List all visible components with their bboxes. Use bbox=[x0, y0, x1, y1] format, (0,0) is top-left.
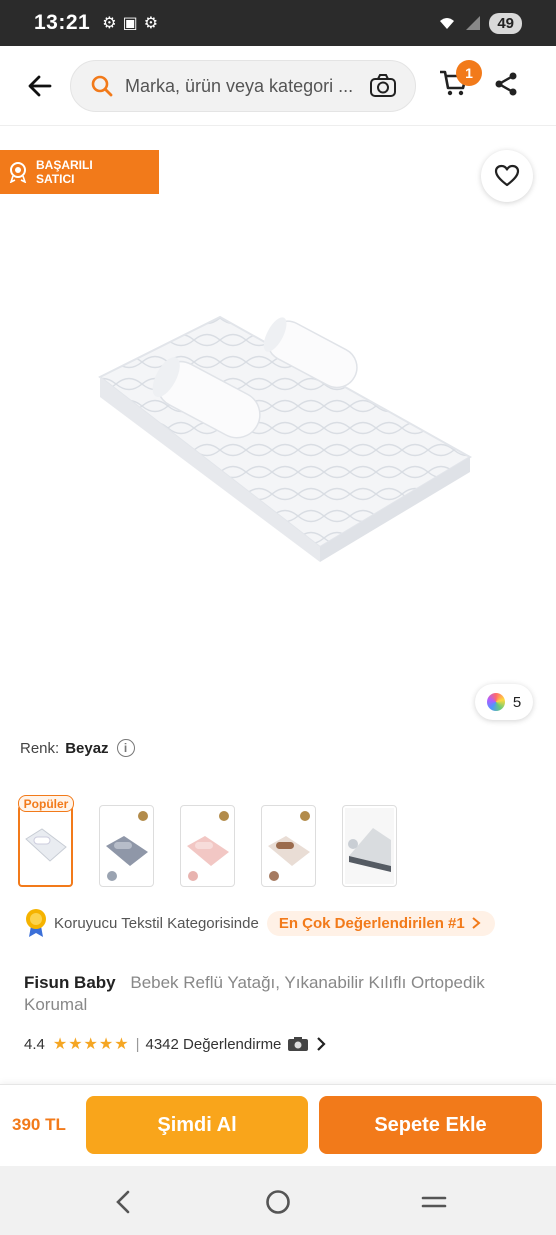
nav-back-button[interactable] bbox=[105, 1184, 141, 1220]
search-input[interactable]: Marka, ürün veya kategori ... bbox=[70, 60, 416, 112]
status-icons: ⚙ ▣ ⚙ bbox=[102, 13, 158, 33]
rating-row[interactable]: 4.4 ★★★★★ | 4342 Değerlendirme bbox=[24, 1034, 327, 1054]
variant-thumb-1[interactable] bbox=[18, 805, 73, 887]
product-title: Fisun Baby Bebek Reflü Yatağı, Yıkanabil… bbox=[24, 972, 524, 1016]
package-icon: ▣ bbox=[122, 15, 138, 32]
bottom-action-bar: 390 TL Şimdi Al Sepete Ekle bbox=[0, 1084, 556, 1166]
settings-icon: ⚙ bbox=[143, 15, 159, 32]
palette-icon bbox=[486, 693, 505, 711]
rating-score: 4.4 bbox=[24, 1035, 45, 1053]
popular-tag: Popüler bbox=[18, 795, 74, 812]
variant-thumb-3[interactable] bbox=[180, 805, 235, 887]
favorite-button[interactable] bbox=[481, 150, 533, 202]
award-icon bbox=[9, 162, 27, 183]
top-rated-category-link[interactable]: En Çok Değerlendirilen #1 bbox=[266, 910, 495, 936]
status-bar: 13:21 ⚙ ▣ ⚙ 49 bbox=[0, 0, 556, 46]
cart-button[interactable]: 1 bbox=[438, 60, 482, 104]
variant-label: Renk: bbox=[20, 739, 60, 757]
nav-recents-button[interactable] bbox=[416, 1184, 452, 1220]
review-count: 4342 Değerlendirme bbox=[145, 1035, 282, 1053]
chevron-right-icon bbox=[472, 917, 481, 929]
buy-now-button[interactable]: Şimdi Al bbox=[86, 1096, 308, 1154]
partially-visible-row bbox=[24, 1074, 524, 1084]
search-icon bbox=[91, 75, 113, 97]
top-rated-label: En Çok Değerlendirilen #1 bbox=[278, 914, 465, 932]
camera-search-button[interactable] bbox=[369, 73, 397, 104]
notification-gear-icon: ⚙ bbox=[102, 15, 117, 32]
home-circle-icon bbox=[266, 1190, 290, 1214]
product-image-area[interactable]: BAŞARILI SATICI 5 bbox=[0, 127, 556, 737]
signal-icon bbox=[466, 16, 481, 30]
rating-stars: ★★★★★ bbox=[52, 1036, 130, 1053]
variant-row: Renk: Beyaz i bbox=[20, 738, 135, 758]
cart-count-badge: 1 bbox=[456, 60, 482, 86]
color-count-value: 5 bbox=[512, 693, 522, 711]
share-icon bbox=[495, 72, 517, 96]
rating-divider: | bbox=[135, 1035, 140, 1053]
menu-lines-icon bbox=[421, 1196, 447, 1208]
battery-indicator: 49 bbox=[489, 12, 522, 34]
camera-icon bbox=[370, 74, 396, 97]
category-text: Koruyucu Tekstil Kategorisinde bbox=[54, 914, 259, 932]
nav-home-button[interactable] bbox=[260, 1184, 296, 1220]
variant-thumb-4[interactable] bbox=[261, 805, 316, 887]
medal-icon bbox=[26, 909, 46, 937]
seller-badge-label: BAŞARILI SATICI bbox=[36, 158, 93, 186]
chevron-right-icon bbox=[317, 1037, 326, 1051]
add-to-cart-button[interactable]: Sepete Ekle bbox=[319, 1096, 542, 1154]
top-bar: Marka, ürün veya kategori ... 1 bbox=[0, 46, 556, 126]
share-button[interactable] bbox=[492, 70, 524, 102]
status-time: 13:21 bbox=[34, 11, 91, 34]
variant-thumb-2[interactable] bbox=[99, 805, 154, 887]
search-placeholder: Marka, ürün veya kategori ... bbox=[125, 75, 354, 96]
price: 390 TL bbox=[12, 1115, 66, 1134]
camera-photo-icon bbox=[288, 1037, 309, 1051]
back-button[interactable] bbox=[24, 70, 56, 102]
category-rank-row: Koruyucu Tekstil Kategorisinde En Çok De… bbox=[24, 908, 495, 938]
color-options-count[interactable]: 5 bbox=[475, 684, 533, 720]
successful-seller-badge: BAŞARILI SATICI bbox=[0, 150, 159, 194]
variant-value: Beyaz bbox=[65, 739, 109, 757]
product-photo bbox=[98, 315, 472, 562]
heart-icon bbox=[494, 164, 520, 187]
system-navigation-bar bbox=[0, 1166, 556, 1235]
variant-thumb-5[interactable] bbox=[342, 805, 397, 887]
brand-name[interactable]: Fisun Baby bbox=[24, 973, 116, 992]
back-chevron-icon bbox=[116, 1190, 130, 1214]
info-icon[interactable]: i bbox=[116, 739, 135, 757]
arrow-left-icon bbox=[28, 75, 52, 97]
wifi-icon bbox=[440, 18, 455, 29]
